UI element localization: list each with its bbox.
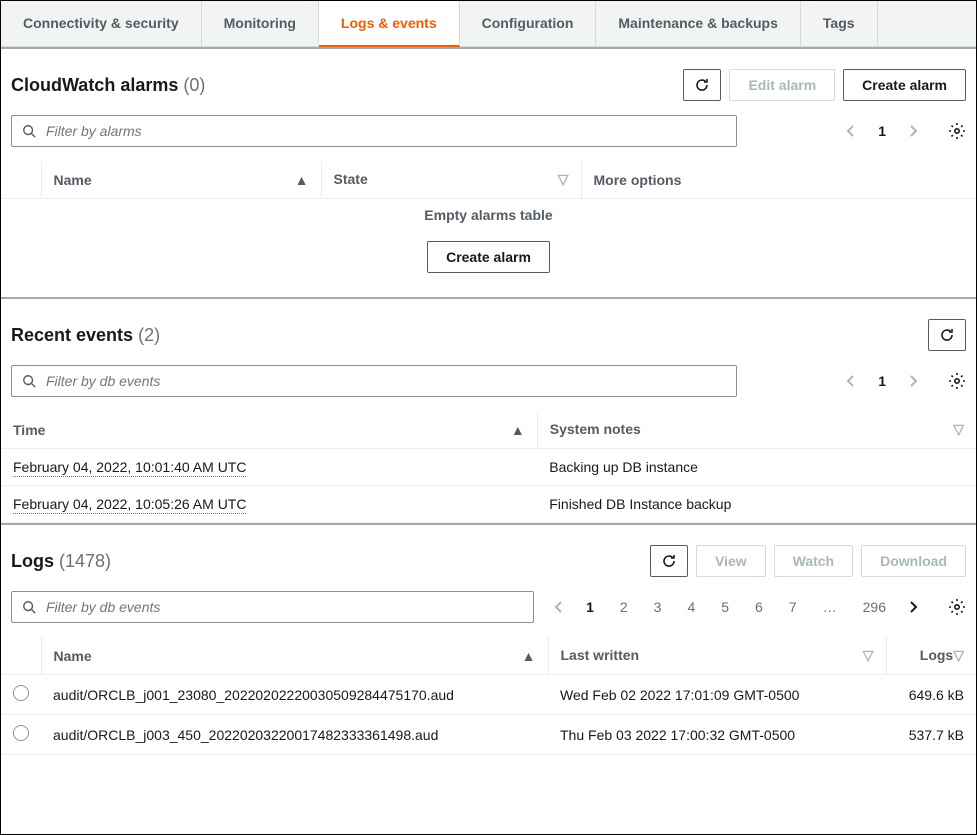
panel-logs: Logs (1478) View Watch Download 1 2 3 4 … <box>1 523 976 755</box>
table-row: February 04, 2022, 10:05:26 AM UTC Finis… <box>1 486 976 523</box>
log-size: 649.6 kB <box>886 675 976 715</box>
events-settings[interactable] <box>948 372 966 390</box>
tab-connectivity[interactable]: Connectivity & security <box>1 1 202 46</box>
tab-tags[interactable]: Tags <box>801 1 878 46</box>
panel-events: Recent events (2) 1 Time▲ System notes▽ <box>1 297 976 523</box>
edit-alarm-button: Edit alarm <box>729 69 835 101</box>
gear-icon <box>948 598 966 616</box>
tab-maintenance[interactable]: Maintenance & backups <box>596 1 801 46</box>
tab-monitoring[interactable]: Monitoring <box>202 1 319 46</box>
logs-page-5[interactable]: 5 <box>711 595 739 619</box>
logs-page-1[interactable]: 1 <box>576 595 604 619</box>
alarms-col-state[interactable]: State▽ <box>321 161 581 199</box>
tab-logs-events[interactable]: Logs & events <box>319 1 460 47</box>
log-last: Wed Feb 02 2022 17:01:09 GMT-0500 <box>548 675 886 715</box>
alarms-empty-create-button[interactable]: Create alarm <box>427 241 550 273</box>
logs-table: Name▲ Last written▽ Logs▽ audit/ORCLB_j0… <box>1 637 976 755</box>
create-alarm-button[interactable]: Create alarm <box>843 69 966 101</box>
alarms-empty: Empty alarms table Create alarm <box>1 199 976 297</box>
logs-search[interactable] <box>11 591 534 623</box>
events-title: Recent events (2) <box>11 325 160 346</box>
events-pager: 1 <box>840 369 924 393</box>
events-col-notes[interactable]: System notes▽ <box>537 411 976 449</box>
alarms-title-text: CloudWatch alarms <box>11 75 178 95</box>
events-next-page[interactable] <box>902 370 924 392</box>
logs-settings[interactable] <box>948 598 966 616</box>
table-row: February 04, 2022, 10:01:40 AM UTC Backi… <box>1 449 976 486</box>
logs-page-7[interactable]: 7 <box>779 595 807 619</box>
alarms-search-input[interactable] <box>44 122 726 140</box>
events-search-input[interactable] <box>44 372 726 390</box>
logs-page-6[interactable]: 6 <box>745 595 773 619</box>
logs-page-2[interactable]: 2 <box>610 595 638 619</box>
alarms-next-page[interactable] <box>902 120 924 142</box>
logs-count: (1478) <box>59 551 111 571</box>
logs-col-size[interactable]: Logs▽ <box>886 637 976 675</box>
events-search[interactable] <box>11 365 737 397</box>
alarms-pager: 1 <box>840 119 924 143</box>
logs-page-last[interactable]: 296 <box>853 595 896 619</box>
alarms-prev-page[interactable] <box>840 120 862 142</box>
refresh-icon <box>661 553 677 569</box>
row-radio[interactable] <box>13 725 29 741</box>
event-time: February 04, 2022, 10:01:40 AM UTC <box>13 459 246 477</box>
alarms-search[interactable] <box>11 115 737 147</box>
event-notes: Backing up DB instance <box>537 449 976 486</box>
logs-title-text: Logs <box>11 551 54 571</box>
logs-refresh-button[interactable] <box>650 545 688 577</box>
events-count: (2) <box>138 325 160 345</box>
event-time: February 04, 2022, 10:05:26 AM UTC <box>13 496 246 514</box>
events-refresh-button[interactable] <box>928 319 966 351</box>
search-icon <box>22 600 36 614</box>
log-last: Thu Feb 03 2022 17:00:32 GMT-0500 <box>548 715 886 755</box>
logs-col-name[interactable]: Name▲ <box>41 637 548 675</box>
alarms-title: CloudWatch alarms (0) <box>11 75 205 96</box>
logs-pager: 1 2 3 4 5 6 7 … 296 <box>548 595 924 619</box>
gear-icon <box>948 122 966 140</box>
alarms-col-name[interactable]: Name▲ <box>41 161 321 199</box>
log-name: audit/ORCLB_j001_23080_20220202220030509… <box>41 675 548 715</box>
table-row[interactable]: audit/ORCLB_j003_450_2022020322001748233… <box>1 715 976 755</box>
search-icon <box>22 374 36 388</box>
alarms-col-more[interactable]: More options <box>581 161 976 199</box>
table-row[interactable]: audit/ORCLB_j001_23080_20220202220030509… <box>1 675 976 715</box>
events-col-time[interactable]: Time▲ <box>1 411 537 449</box>
tab-configuration[interactable]: Configuration <box>460 1 597 46</box>
search-icon <box>22 124 36 138</box>
alarms-empty-msg: Empty alarms table <box>1 207 976 223</box>
logs-page-ellipsis: … <box>813 595 847 619</box>
watch-button: Watch <box>774 545 853 577</box>
alarms-settings[interactable] <box>948 122 966 140</box>
events-table: Time▲ System notes▽ February 04, 2022, 1… <box>1 411 976 523</box>
logs-title: Logs (1478) <box>11 551 111 572</box>
log-name: audit/ORCLB_j003_450_2022020322001748233… <box>41 715 548 755</box>
gear-icon <box>948 372 966 390</box>
view-button: View <box>696 545 766 577</box>
refresh-icon <box>694 77 710 93</box>
logs-prev-page[interactable] <box>548 596 570 618</box>
alarms-page-number: 1 <box>868 119 896 143</box>
alarms-refresh-button[interactable] <box>683 69 721 101</box>
log-size: 537.7 kB <box>886 715 976 755</box>
events-title-text: Recent events <box>11 325 133 345</box>
logs-page-3[interactable]: 3 <box>644 595 672 619</box>
alarms-table: Name▲ State▽ More options <box>1 161 976 199</box>
refresh-icon <box>939 327 955 343</box>
events-page-number: 1 <box>868 369 896 393</box>
row-radio[interactable] <box>13 685 29 701</box>
logs-col-last[interactable]: Last written▽ <box>548 637 886 675</box>
download-button: Download <box>861 545 966 577</box>
alarms-count: (0) <box>183 75 205 95</box>
logs-search-input[interactable] <box>44 598 523 616</box>
logs-next-page[interactable] <box>902 596 924 618</box>
events-prev-page[interactable] <box>840 370 862 392</box>
tab-bar: Connectivity & security Monitoring Logs … <box>1 1 976 47</box>
logs-page-4[interactable]: 4 <box>677 595 705 619</box>
panel-alarms: CloudWatch alarms (0) Edit alarm Create … <box>1 47 976 297</box>
event-notes: Finished DB Instance backup <box>537 486 976 523</box>
